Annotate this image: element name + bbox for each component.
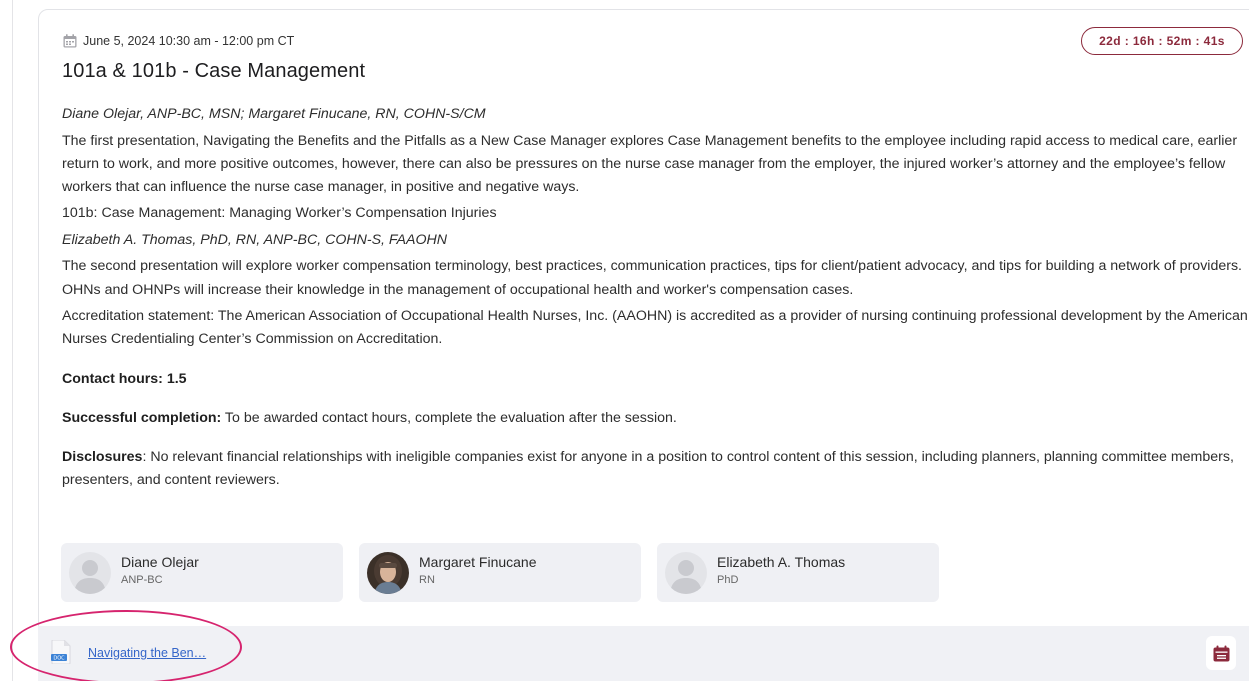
speaker-name: Elizabeth A. Thomas — [717, 553, 846, 570]
contact-hours: Contact hours: 1.5 — [62, 370, 187, 387]
authors-101b: Elizabeth A. Thomas, PhD, RN, ANP-BC, CO… — [62, 231, 447, 248]
authors-101a: Diane Olejar, ANP-BC, MSN; Margaret Finu… — [62, 106, 486, 122]
add-to-calendar-button[interactable] — [1206, 636, 1236, 670]
session-description: Diane Olejar, ANP-BC, MSN; Margaret Finu… — [62, 103, 1249, 496]
speaker-credential: ANP-BC — [121, 573, 163, 586]
successful-completion: Successful completion: To be awarded con… — [62, 407, 1249, 430]
calendar-icon — [63, 34, 77, 48]
calendar-icon — [1213, 645, 1229, 661]
completion-label: Successful completion: — [62, 409, 222, 426]
speaker-card[interactable]: Diane Olejar ANP-BC — [61, 543, 343, 602]
disclosures-label: Disclosures — [62, 448, 143, 465]
attachment-link[interactable]: Navigating the Ben… — [88, 646, 206, 660]
accreditation-statement: Accreditation statement: The American As… — [62, 308, 1248, 348]
description-101b: The second presentation will explore wor… — [62, 258, 1242, 298]
doc-file-icon: DOC — [51, 640, 71, 664]
placeholder-avatar-icon — [69, 551, 111, 594]
speaker-card[interactable]: Margaret Finucane RN — [359, 543, 641, 602]
doc-file-type: DOC — [53, 656, 65, 662]
session-date-row: June 5, 2024 10:30 am - 12:00 pm CT — [63, 34, 294, 48]
countdown-badge: 22d : 16h : 52m : 41s — [1081, 27, 1243, 55]
completion-text: To be awarded contact hours, complete th… — [221, 409, 677, 426]
speaker-card[interactable]: Elizabeth A. Thomas PhD — [657, 543, 939, 602]
session-card: June 5, 2024 10:30 am - 12:00 pm CT 22d … — [38, 9, 1249, 681]
attachments-bar: DOC Navigating the Ben… — [38, 626, 1249, 681]
speaker-credential: RN — [419, 573, 435, 586]
speaker-list: Diane Olejar ANP-BC Margaret Finucane RN — [61, 543, 939, 602]
speaker-name: Diane Olejar — [121, 553, 199, 570]
disclosures-text: : No relevant financial relationships wi… — [62, 448, 1234, 489]
disclosures: Disclosures: No relevant financial relat… — [62, 446, 1249, 492]
speaker-name: Margaret Finucane — [419, 553, 537, 570]
speaker-credential: PhD — [717, 573, 739, 586]
description-101a: The first presentation, Navigating the B… — [62, 132, 1238, 195]
left-divider — [12, 0, 13, 681]
subtitle-101b: 101b: Case Management: Managing Worker’s… — [62, 205, 497, 222]
session-title: 101a & 101b - Case Management — [62, 60, 366, 82]
session-date-time: June 5, 2024 10:30 am - 12:00 pm CT — [83, 34, 295, 48]
placeholder-avatar-icon — [665, 551, 707, 594]
speaker-photo — [367, 551, 409, 594]
